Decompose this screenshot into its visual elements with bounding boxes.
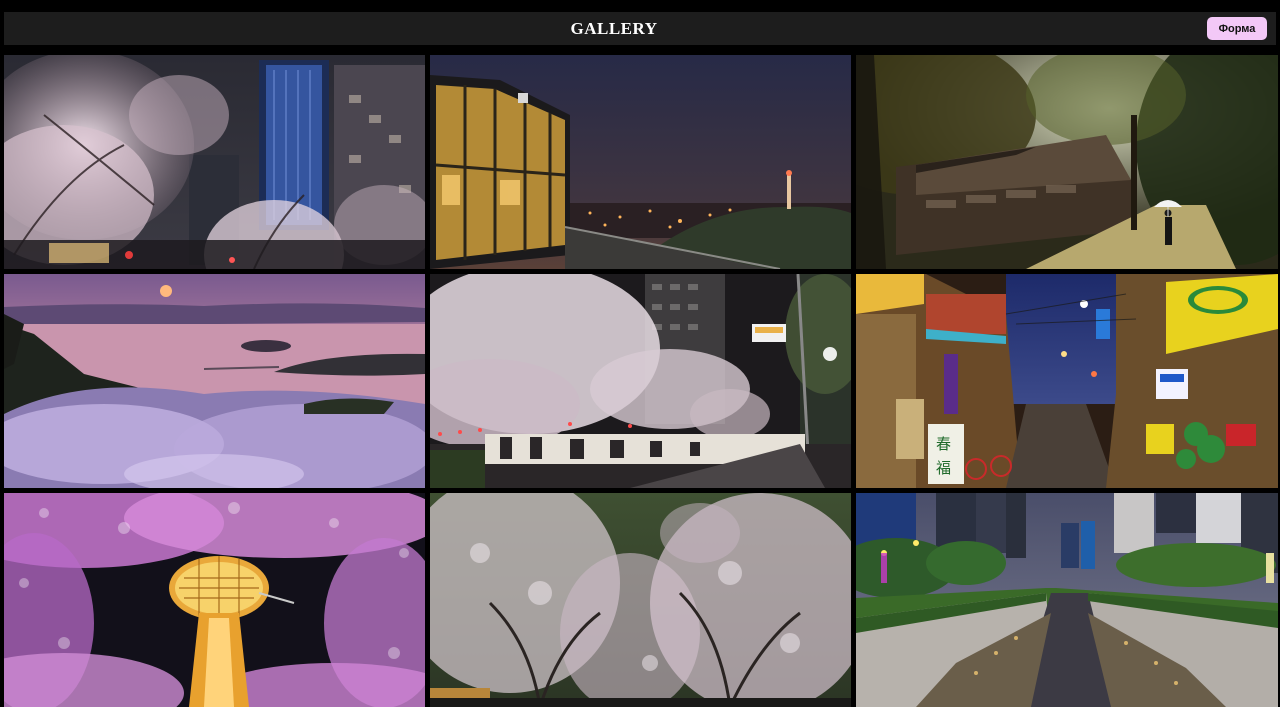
page-title: GALLERY (570, 19, 658, 38)
photo-tile-8[interactable] (430, 493, 851, 707)
svg-text:春: 春 (936, 435, 951, 453)
photo-tile-1[interactable] (4, 55, 425, 269)
photo-city-canal (856, 493, 1278, 707)
form-button[interactable]: Форма (1207, 17, 1267, 40)
photo-tile-6[interactable]: 春 福 (856, 274, 1278, 488)
photo-stone-wall-path (856, 55, 1278, 269)
photo-grid: 春 福 (4, 55, 1278, 707)
photo-tile-7[interactable] (4, 493, 425, 707)
photo-tile-5[interactable] (430, 274, 851, 488)
photo-cherry-street (430, 274, 851, 488)
photo-tile-9[interactable] (856, 493, 1278, 707)
photo-tile-2[interactable] (430, 55, 851, 269)
svg-text:福: 福 (936, 459, 951, 477)
photo-alley-shops: 春 福 (856, 274, 1278, 488)
photo-cherry-green-sky (430, 493, 851, 707)
photo-cherry-skyscraper (4, 55, 425, 269)
photo-tile-3[interactable] (856, 55, 1278, 269)
photo-bay-sunset (4, 274, 425, 488)
photo-blossom-tower (4, 493, 425, 707)
header-bar: GALLERY Форма (4, 12, 1276, 45)
photo-tile-4[interactable] (4, 274, 425, 488)
photo-night-rooftop (430, 55, 851, 269)
